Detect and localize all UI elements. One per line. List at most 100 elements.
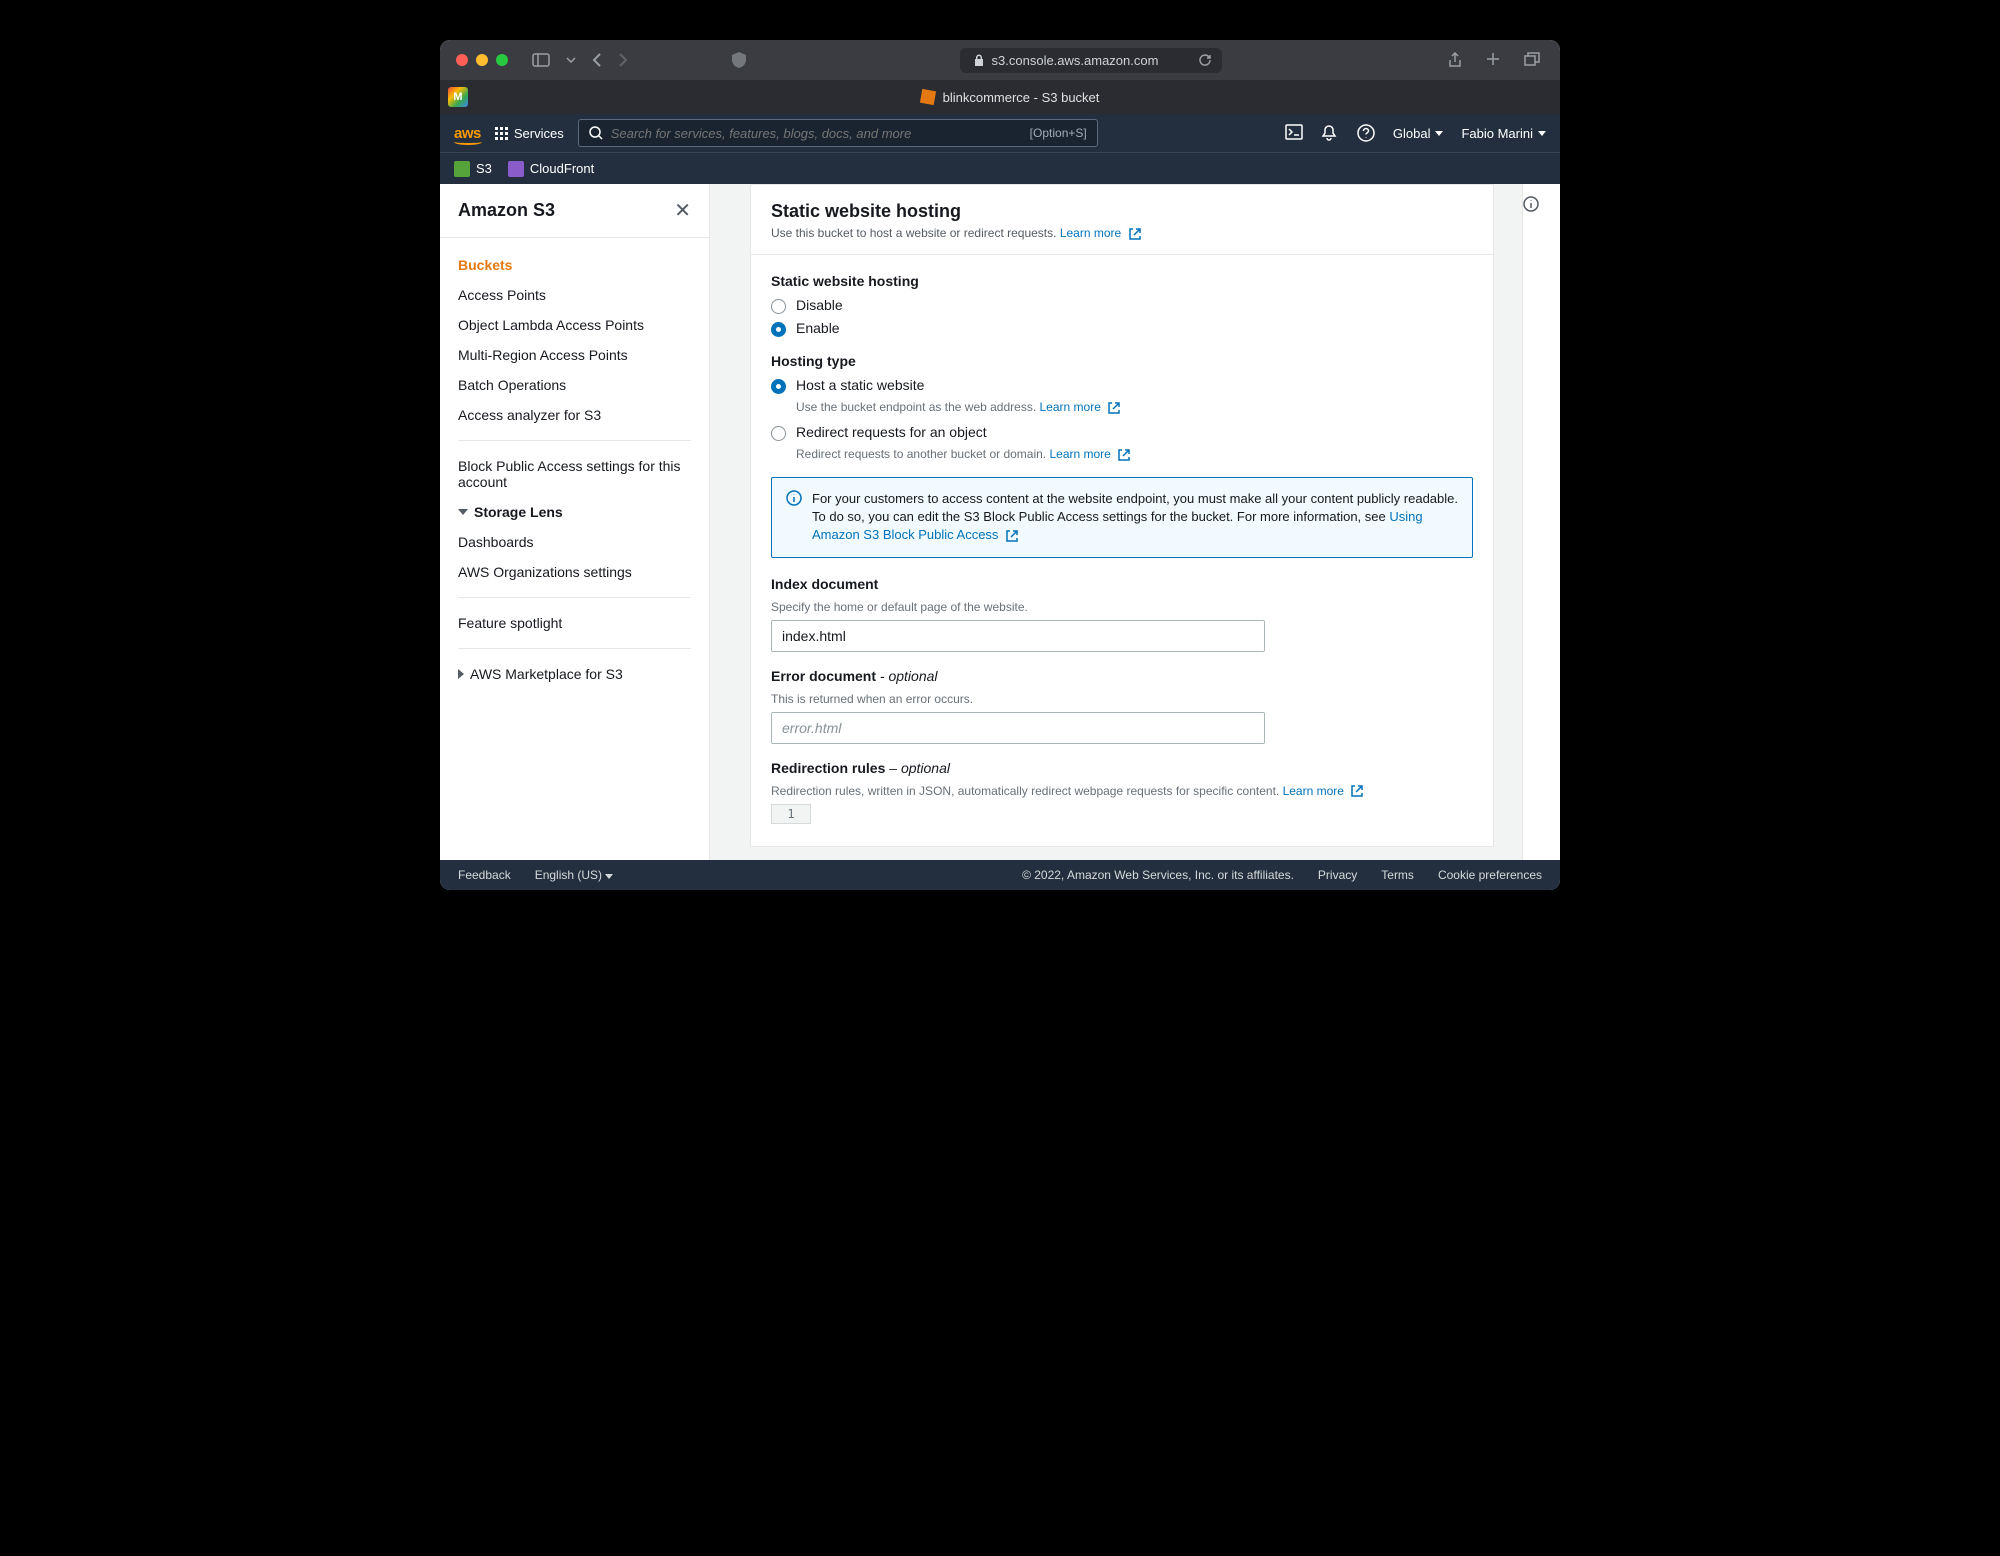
sidebar-item-dashboards[interactable]: Dashboards (440, 527, 709, 557)
grid-icon (495, 127, 508, 140)
feedback-link[interactable]: Feedback (458, 868, 511, 882)
error-document-input[interactable] (771, 712, 1265, 744)
sidebar-item-block-public[interactable]: Block Public Access settings for this ac… (440, 451, 709, 497)
gmail-tab-icon[interactable]: M (448, 87, 468, 107)
traffic-lights (456, 54, 508, 66)
sidebar-item-analyzer[interactable]: Access analyzer for S3 (440, 400, 709, 430)
redirect-desc: Redirect requests to another bucket or d… (796, 447, 1473, 461)
close-sidebar-icon[interactable]: ✕ (674, 198, 691, 223)
address-bar[interactable]: s3.console.aws.amazon.com (960, 48, 1223, 73)
shortcut-s3[interactable]: S3 (454, 161, 492, 177)
share-icon[interactable] (1444, 48, 1466, 72)
content-area: Static website hosting Use this bucket t… (710, 184, 1522, 860)
region-selector[interactable]: Global (1393, 126, 1444, 141)
cookies-link[interactable]: Cookie preferences (1438, 868, 1542, 882)
account-menu[interactable]: Fabio Marini (1461, 126, 1546, 141)
external-link-icon (1351, 785, 1363, 797)
cloudshell-icon[interactable] (1285, 124, 1303, 142)
aws-header: aws Services [Option+S] Global Fabio Mar… (440, 114, 1560, 152)
back-button[interactable] (588, 49, 606, 71)
global-search[interactable]: [Option+S] (578, 119, 1098, 147)
caret-right-icon (458, 669, 464, 679)
external-link-icon (1118, 449, 1130, 461)
index-document-group: Index document Specify the home or defau… (771, 576, 1473, 652)
terms-link[interactable]: Terms (1381, 868, 1414, 882)
error-label: Error document - optional (771, 668, 1473, 684)
info-text: For your customers to access content at … (812, 490, 1458, 545)
copyright-text: © 2022, Amazon Web Services, Inc. or its… (1022, 868, 1294, 882)
sidebar-section-marketplace[interactable]: AWS Marketplace for S3 (440, 659, 709, 689)
maximize-window[interactable] (496, 54, 508, 66)
shortcut-cloudfront[interactable]: CloudFront (508, 161, 594, 177)
panel-body: Static website hosting Disable Enable Ho… (751, 255, 1493, 846)
s3-cube-icon (920, 89, 936, 105)
tabs-icon[interactable] (1520, 48, 1544, 72)
radio-enable[interactable]: Enable (771, 320, 1473, 337)
learn-more-link[interactable]: Learn more (1049, 447, 1110, 461)
lock-icon (974, 54, 984, 66)
divider (458, 440, 691, 441)
radio-icon (771, 322, 786, 337)
sidebar-item-batch[interactable]: Batch Operations (440, 370, 709, 400)
index-document-input[interactable] (771, 620, 1265, 652)
index-desc: Specify the home or default page of the … (771, 600, 1473, 614)
error-desc: This is returned when an error occurs. (771, 692, 1473, 706)
sidebar-title: Amazon S3 (458, 200, 555, 221)
learn-more-link[interactable]: Learn more (1060, 226, 1121, 240)
chevron-down-icon[interactable] (562, 53, 580, 67)
enable-label: Enable (796, 320, 840, 336)
caret-down-icon (605, 874, 613, 879)
radio-icon (771, 426, 786, 441)
aws-logo[interactable]: aws (454, 125, 481, 142)
close-window[interactable] (456, 54, 468, 66)
titlebar: s3.console.aws.amazon.com (440, 40, 1560, 80)
sidebar-item-multi-region[interactable]: Multi-Region Access Points (440, 340, 709, 370)
help-icon[interactable] (1357, 124, 1375, 142)
forward-button[interactable] (614, 49, 632, 71)
sidebar-item-lambda-ap[interactable]: Object Lambda Access Points (440, 310, 709, 340)
shortcut-s3-label: S3 (476, 161, 492, 176)
new-tab-icon[interactable] (1482, 48, 1504, 72)
sidebar-item-access-points[interactable]: Access Points (440, 280, 709, 310)
sidebar-section-storage-lens[interactable]: Storage Lens (440, 497, 709, 527)
tab-bar: M blinkcommerce - S3 bucket (440, 80, 1560, 114)
search-input[interactable] (611, 126, 1022, 141)
region-label: Global (1393, 126, 1431, 141)
host-static-label: Host a static website (796, 377, 924, 393)
sidebar: Amazon S3 ✕ Buckets Access Points Object… (440, 184, 710, 860)
info-icon (786, 490, 802, 506)
info-panel-icon[interactable] (1523, 196, 1539, 212)
bell-icon[interactable] (1321, 124, 1339, 142)
active-tab[interactable]: blinkcommerce - S3 bucket (468, 90, 1552, 105)
reload-icon[interactable] (1198, 53, 1212, 67)
radio-disable[interactable]: Disable (771, 297, 1473, 314)
external-link-icon (1108, 402, 1120, 414)
address-bar-wrap: s3.console.aws.amazon.com (758, 48, 1424, 73)
sidebar-toggle-icon[interactable] (528, 49, 554, 71)
username-label: Fabio Marini (1461, 126, 1533, 141)
rules-label: Redirection rules – optional (771, 760, 1473, 776)
sidebar-item-feature-spotlight[interactable]: Feature spotlight (440, 608, 709, 638)
hosting-type-label: Hosting type (771, 353, 1473, 369)
services-menu[interactable]: Services (495, 126, 564, 141)
sidebar-item-org-settings[interactable]: AWS Organizations settings (440, 557, 709, 587)
radio-redirect[interactable]: Redirect requests for an object (771, 424, 1473, 441)
learn-more-link[interactable]: Learn more (1040, 400, 1101, 414)
language-selector[interactable]: English (US) (535, 868, 614, 882)
learn-more-link[interactable]: Learn more (1283, 784, 1344, 798)
redirection-rules-group: Redirection rules – optional Redirection… (771, 760, 1473, 824)
shield-icon[interactable] (728, 48, 750, 72)
panel-header: Static website hosting Use this bucket t… (751, 185, 1493, 255)
header-actions: Global Fabio Marini (1285, 124, 1546, 142)
privacy-link[interactable]: Privacy (1318, 868, 1357, 882)
radio-host-static[interactable]: Host a static website (771, 377, 1473, 394)
minimize-window[interactable] (476, 54, 488, 66)
service-shortcuts: S3 CloudFront (440, 152, 1560, 184)
tab-title: blinkcommerce - S3 bucket (943, 90, 1100, 105)
hosting-label: Static website hosting (771, 273, 1473, 289)
divider (458, 648, 691, 649)
footer: Feedback English (US) © 2022, Amazon Web… (440, 860, 1560, 890)
panel-title: Static website hosting (771, 201, 1473, 222)
sidebar-item-buckets[interactable]: Buckets (440, 250, 709, 280)
titlebar-right (1444, 48, 1544, 72)
